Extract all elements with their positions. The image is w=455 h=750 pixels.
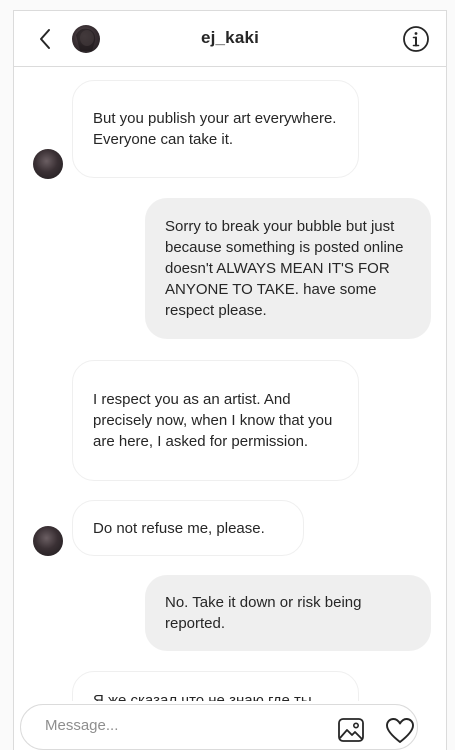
heart-icon — [386, 718, 414, 743]
message-bubble-outgoing[interactable]: No. Take it down or risk being reported. — [145, 575, 431, 651]
message-composer — [20, 704, 418, 750]
thread-header: ej_kaki — [14, 11, 446, 67]
message-bubble-incoming[interactable]: Do not refuse me, please. — [72, 500, 304, 556]
message-input[interactable] — [45, 717, 295, 734]
message-text: Do not refuse me, please. — [93, 519, 265, 537]
message-bubble-incoming[interactable]: Я же сказал что не знаю где ты — [72, 671, 359, 701]
message-bubble-outgoing[interactable]: Sorry to break your bubble but just beca… — [145, 198, 431, 339]
app-frame: ej_kaki But you publish your art everywh… — [0, 0, 455, 750]
message-text: But you publish your art everywhere. Eve… — [93, 110, 337, 148]
sender-avatar[interactable] — [33, 526, 63, 556]
sender-avatar[interactable] — [33, 149, 63, 179]
thread-username[interactable]: ej_kaki — [14, 28, 446, 48]
message-text: Sorry to break your bubble but just beca… — [165, 218, 404, 319]
add-image-button[interactable] — [337, 717, 365, 743]
like-button[interactable] — [385, 717, 415, 745]
info-button[interactable] — [402, 25, 430, 53]
direct-thread-panel: ej_kaki But you publish your art everywh… — [13, 10, 447, 750]
message-text: I respect you as an artist. And precisel… — [93, 391, 333, 450]
message-text: No. Take it down or risk being reported. — [165, 594, 362, 632]
message-thread[interactable]: But you publish your art everywhere. Eve… — [14, 68, 446, 701]
message-bubble-incoming[interactable]: I respect you as an artist. And precisel… — [72, 360, 359, 481]
image-icon — [338, 718, 364, 742]
info-icon — [403, 26, 429, 52]
message-text: Я же сказал что не знаю где ты — [93, 692, 312, 701]
message-bubble-incoming[interactable]: But you publish your art everywhere. Eve… — [72, 80, 359, 178]
